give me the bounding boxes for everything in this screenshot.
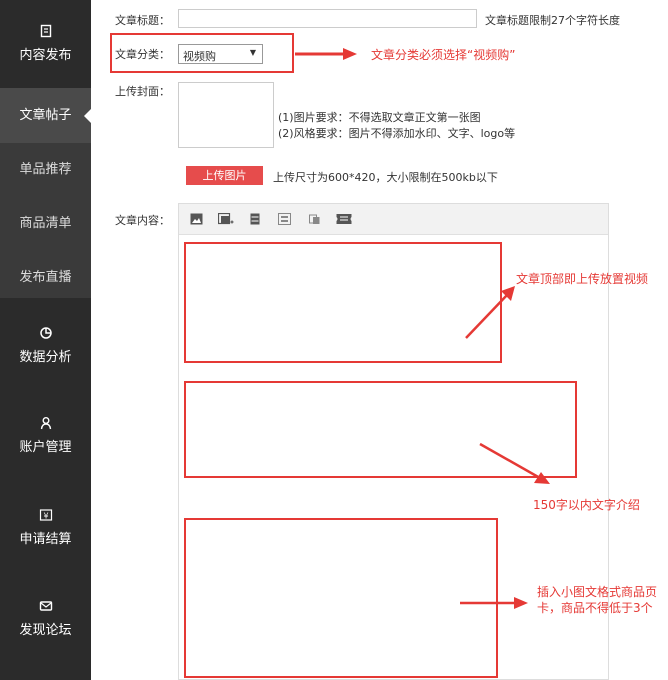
cover-label: 上传封面： (115, 85, 170, 98)
sub-item-product-list[interactable]: 商品清单 (0, 212, 91, 232)
sub-menu: 文章帖子 单品推荐 商品清单 发布直播 (0, 88, 92, 298)
menu-data-analysis[interactable]: 数据分析 (0, 326, 91, 365)
menu-label: 内容发布 (19, 48, 72, 63)
sub-item-label: 商品清单 (19, 216, 72, 231)
menu-label: 申请结算 (19, 532, 72, 547)
yuan-receipt-icon: ¥ (39, 509, 52, 521)
image-icon[interactable] (190, 213, 203, 225)
title-hint: 文章标题限制27个字符长度 (485, 14, 620, 27)
svg-text:¥: ¥ (43, 512, 48, 521)
menu-forum[interactable]: 发现论坛 (0, 599, 91, 638)
arrow-down-right-icon (479, 442, 550, 484)
content-label: 文章内容： (115, 214, 170, 227)
title-label: 文章标题： (115, 14, 170, 27)
product-card-placeholder-box (184, 518, 498, 678)
cover-requirement-1: (1)图片要求：不得选取文章正文第一张图 (278, 111, 481, 124)
template-icon[interactable] (278, 213, 291, 225)
category-select[interactable]: 视频购 ▼ (178, 44, 263, 64)
menu-account[interactable]: 账户管理 (0, 416, 91, 455)
text-annotation: 150字以内文字介绍 (533, 498, 640, 512)
video-annotation: 文章顶部即上传放置视频 (516, 272, 649, 286)
card-annotation-line-2: 卡，商品不得低于3个 (537, 601, 653, 615)
menu-label: 账户管理 (19, 440, 72, 455)
video-icon[interactable] (250, 213, 260, 225)
pie-chart-icon (39, 327, 52, 339)
ticket-icon[interactable] (336, 213, 352, 225)
sub-item-label: 单品推荐 (19, 162, 72, 177)
sidebar: 内容发布 文章帖子 单品推荐 商品清单 发布直播 数据分析 账户管理 ¥ 申请结… (0, 0, 92, 680)
menu-settlement[interactable]: ¥ 申请结算 (0, 508, 91, 547)
sub-item-articles[interactable]: 文章帖子 (0, 88, 92, 143)
arrow-right-icon (295, 48, 357, 60)
category-annotation: 文章分类必须选择“视频购” (371, 48, 516, 62)
category-selected-value: 视频购 (183, 50, 216, 63)
category-label: 文章分类： (115, 48, 170, 61)
upload-hint: 上传尺寸为600*420，大小限制在500kb以下 (273, 171, 498, 184)
multi-image-icon[interactable] (218, 213, 234, 225)
clipboard-icon (40, 24, 51, 38)
menu-content-publish[interactable]: 内容发布 (0, 24, 91, 63)
card-annotation-line-1: 插入小图文格式商品页 (537, 585, 658, 599)
sub-item-label: 发布直播 (19, 270, 72, 285)
cover-upload-area[interactable] (178, 82, 274, 148)
sub-item-label: 文章帖子 (19, 108, 72, 123)
active-indicator (84, 107, 92, 124)
arrow-diagonal-icon (465, 286, 515, 339)
user-icon (40, 417, 51, 430)
arrow-right-icon (460, 597, 528, 609)
cover-requirement-2: (2)风格要求：图片不得添加水印、文字、logo等 (278, 127, 516, 140)
title-input[interactable] (178, 9, 477, 28)
sub-item-single-product[interactable]: 单品推荐 (0, 158, 91, 178)
upload-image-button[interactable]: 上传图片 (186, 166, 263, 185)
envelope-icon (39, 601, 52, 611)
menu-label: 发现论坛 (19, 623, 72, 638)
menu-label: 数据分析 (19, 350, 72, 365)
editor-toolbar (179, 204, 608, 235)
product-card-icon[interactable] (309, 213, 320, 225)
sub-item-live[interactable]: 发布直播 (0, 266, 91, 286)
caret-down-icon: ▼ (249, 48, 256, 57)
video-placeholder-box (184, 242, 502, 363)
